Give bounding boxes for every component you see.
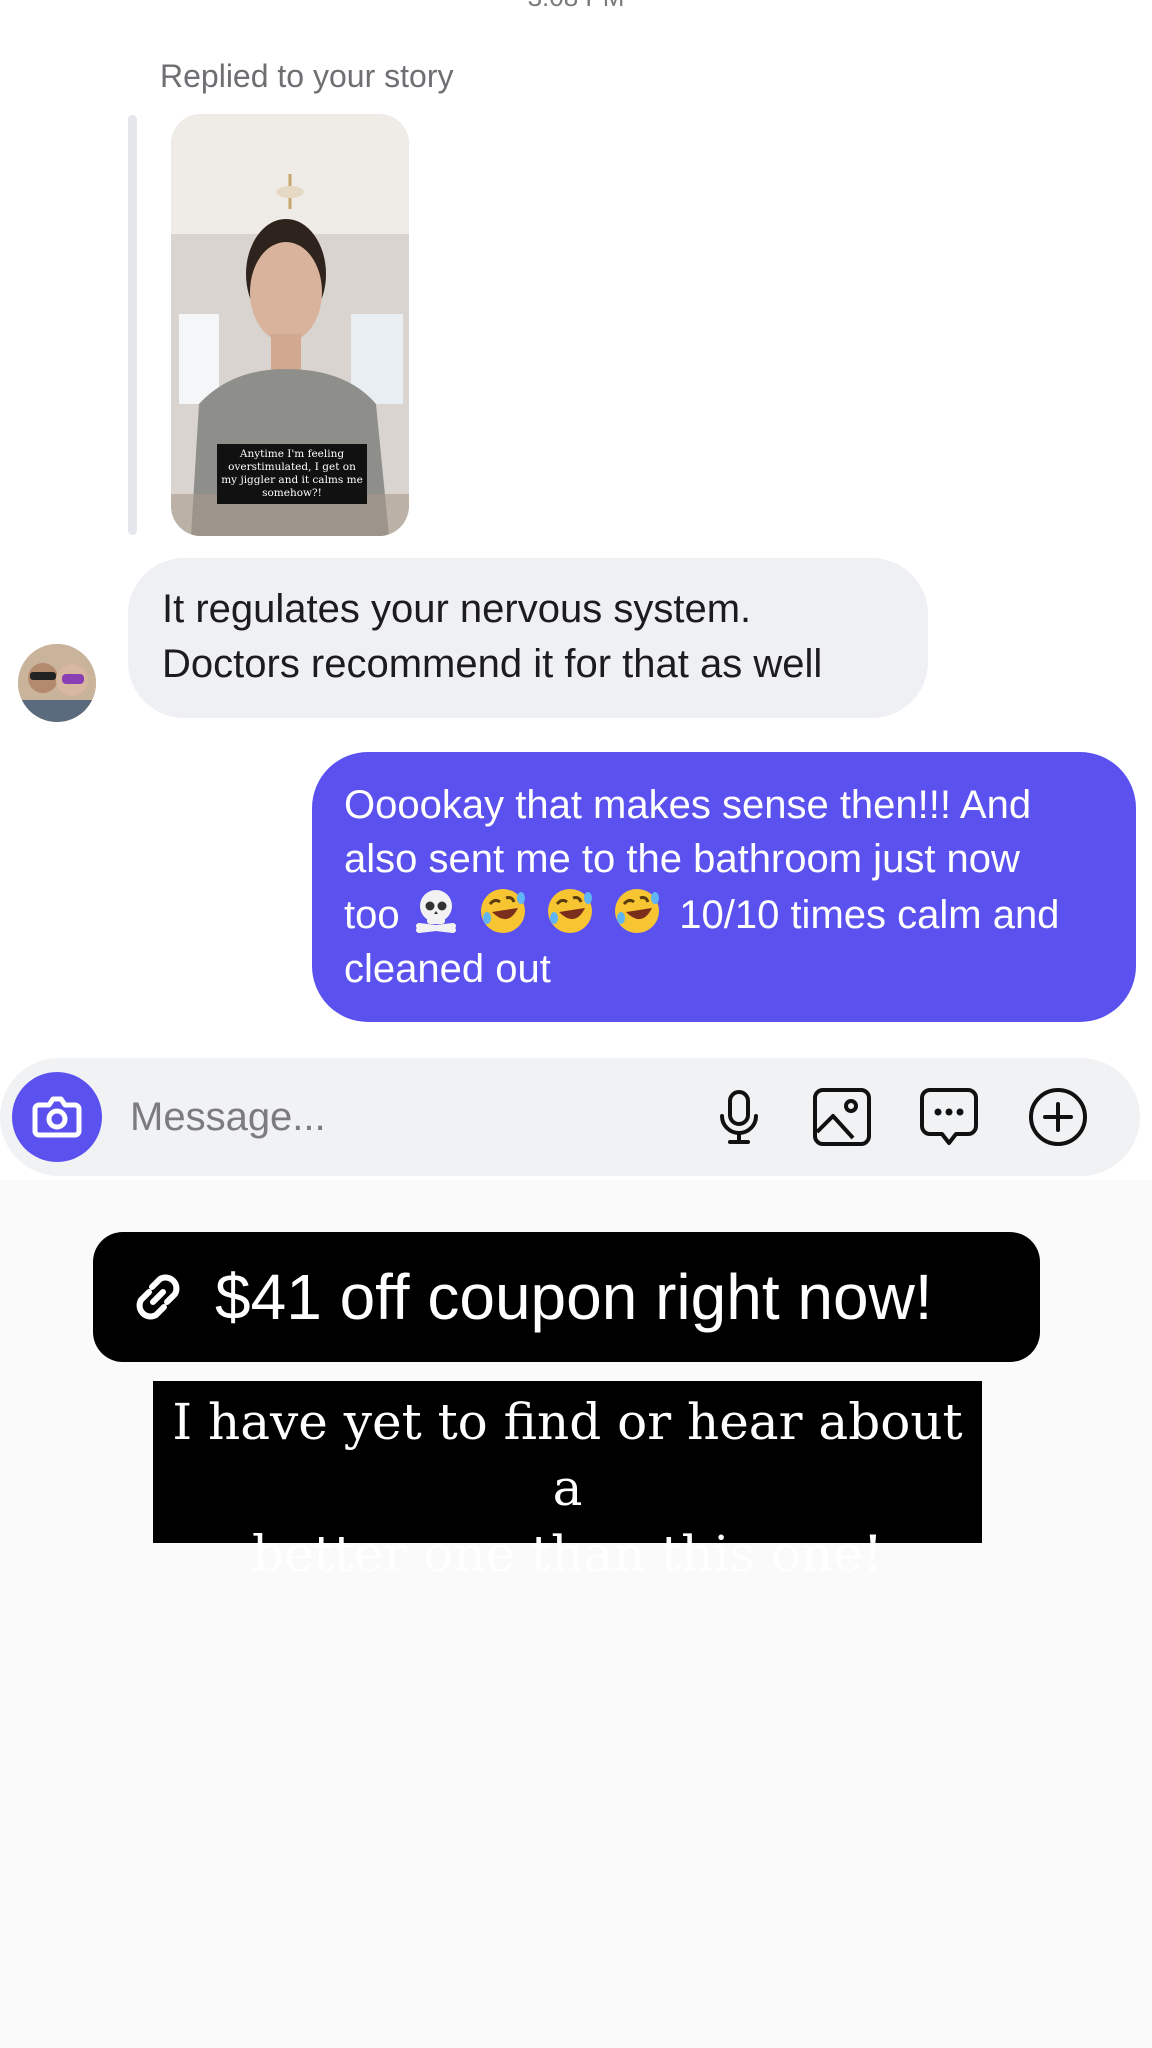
coupon-link-sticker[interactable]: $41 off coupon right now! bbox=[93, 1232, 1040, 1362]
contact-avatar[interactable] bbox=[18, 644, 96, 722]
caption-line: better one than this one! bbox=[252, 1525, 883, 1583]
message-text-fragment: too bbox=[344, 893, 400, 937]
image-icon[interactable] bbox=[811, 1086, 873, 1148]
rolling-laughing-emoji bbox=[615, 889, 660, 933]
coupon-text: $41 off coupon right now! bbox=[215, 1261, 933, 1333]
message-text-line: too 10/10 times calm and bbox=[344, 886, 1116, 942]
message-composer bbox=[0, 1058, 1140, 1176]
message-text-line: also sent me to the bathroom just now bbox=[344, 837, 1020, 881]
microphone-icon[interactable] bbox=[708, 1086, 770, 1148]
story-caption-overlay: I have yet to find or hear about a bette… bbox=[153, 1381, 982, 1583]
incoming-message-bubble[interactable]: It regulates your nervous system. Doctor… bbox=[128, 558, 928, 718]
camera-button[interactable] bbox=[12, 1072, 102, 1162]
message-timestamp: 3:08 PM bbox=[0, 0, 1152, 13]
rolling-laughing-emoji bbox=[547, 889, 592, 933]
message-text-line: Doctors recommend it for that as well bbox=[162, 642, 823, 686]
story-thumbnail[interactable]: Anytime I'm feeling overstimulated, I ge… bbox=[171, 114, 409, 536]
message-text-line: It regulates your nervous system. bbox=[162, 587, 752, 631]
link-icon bbox=[136, 1274, 180, 1320]
skull-crossbones-emoji bbox=[415, 890, 456, 933]
story-caption-text: Anytime I'm feeling overstimulated, I ge… bbox=[217, 444, 367, 504]
plus-icon[interactable] bbox=[1027, 1086, 1089, 1148]
caption-line: I have yet to find or hear about a bbox=[172, 1393, 963, 1517]
message-text-line: cleaned out bbox=[344, 947, 551, 991]
reply-indicator-bar bbox=[128, 115, 137, 535]
sticker-chat-icon[interactable] bbox=[918, 1086, 980, 1148]
message-input[interactable] bbox=[128, 1086, 692, 1148]
chat-area: 3:08 PM Replied to your story Anytime I'… bbox=[0, 0, 1152, 1180]
outgoing-message-bubble[interactable]: Ooookay that makes sense then!!! And als… bbox=[312, 752, 1136, 1022]
replied-to-story-label: Replied to your story bbox=[160, 58, 454, 94]
camera-icon bbox=[32, 1096, 82, 1138]
avatar-photo bbox=[18, 644, 96, 722]
message-text-line: Ooookay that makes sense then!!! And bbox=[344, 783, 1032, 827]
rolling-laughing-emoji bbox=[480, 889, 525, 933]
message-text-fragment: 10/10 times calm and bbox=[679, 893, 1060, 937]
